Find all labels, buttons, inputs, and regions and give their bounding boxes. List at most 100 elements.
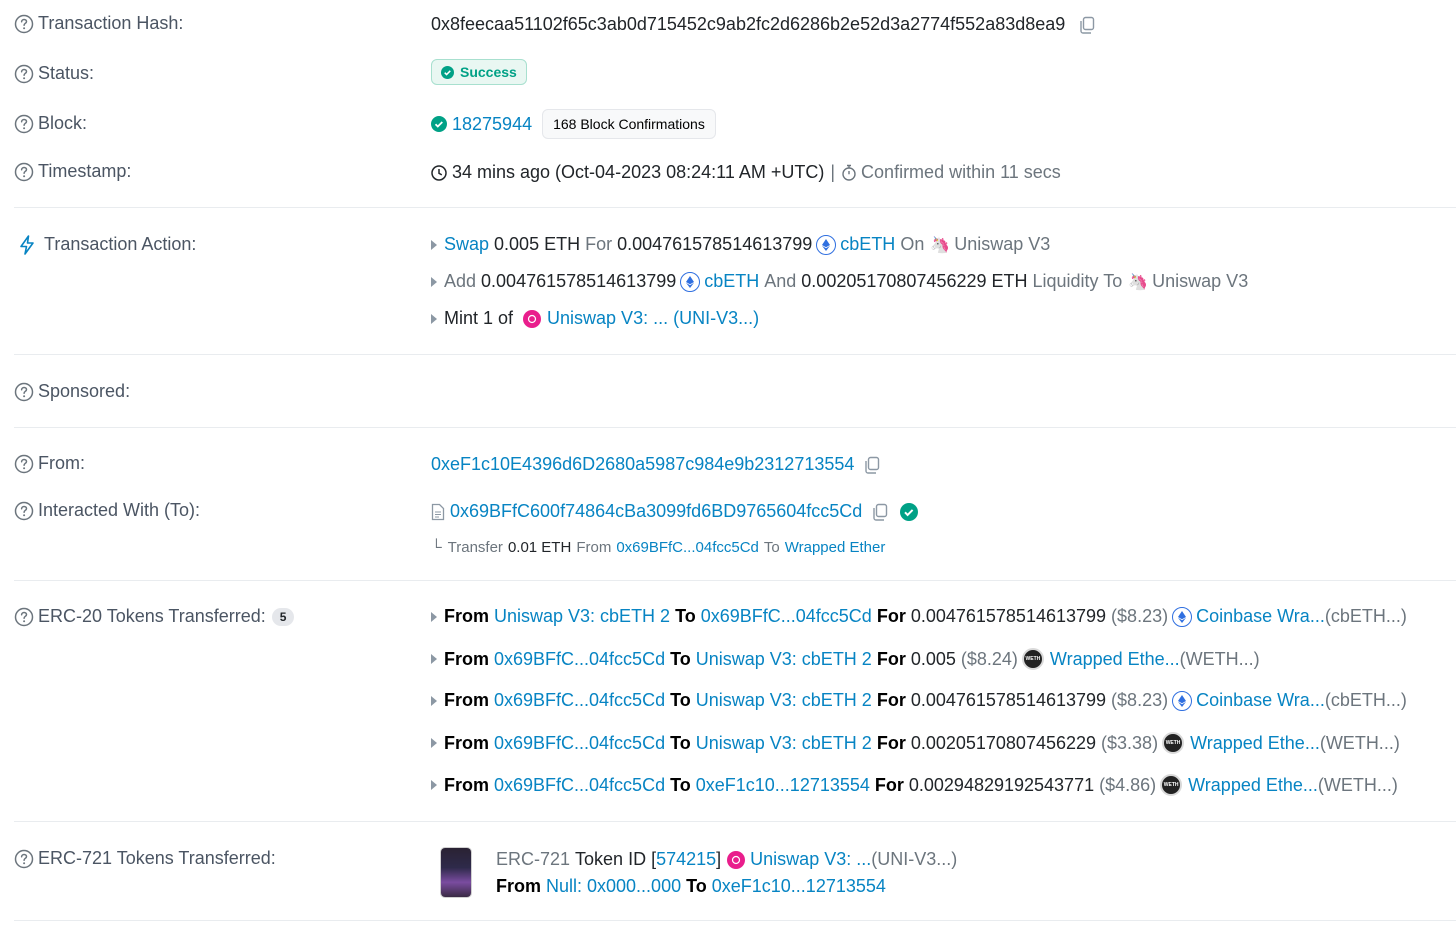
help-icon[interactable] <box>14 849 34 869</box>
erc20-transfer-row[interactable]: From 0x69BFfC...04fcc5Cd To Uniswap V3: … <box>431 732 1400 754</box>
from-word: From <box>444 648 489 669</box>
sponsored-row: Sponsored: <box>0 380 1456 406</box>
eth-token-icon <box>680 271 701 292</box>
block-row: Block: 18275944 168 Block Confirmations <box>0 108 1456 140</box>
transfer-to-link[interactable]: Wrapped Ether <box>785 539 886 556</box>
copy-icon[interactable] <box>862 455 882 475</box>
timestamp-row: Timestamp: 34 mins ago (Oct-04-2023 08:2… <box>0 160 1456 186</box>
to-link[interactable]: 0xeF1c10...12713554 <box>696 775 870 796</box>
transfer-from-link[interactable]: 0x69BFfC...04fcc5Cd <box>616 539 759 556</box>
caret-icon[interactable] <box>431 695 437 706</box>
action-item: Mint 1 of Uniswap V3: ... (UNI-V3...) <box>431 308 759 329</box>
amount: 0.004761578514613799 <box>910 690 1107 710</box>
caret-icon[interactable] <box>431 239 437 250</box>
nft-thumbnail[interactable] <box>441 848 471 897</box>
interacted-value: 0x69BFfC600f74864cBa3099fd6BD9765604fcc5… <box>431 501 919 522</box>
token-link[interactable]: cbETH <box>840 234 895 255</box>
for-word: For <box>585 234 613 254</box>
caret-icon[interactable] <box>431 276 437 287</box>
and-word: And <box>764 271 797 291</box>
weth-token-icon: WETH <box>1021 648 1044 670</box>
copy-icon[interactable] <box>1077 15 1097 35</box>
help-icon[interactable] <box>14 501 34 521</box>
transfer-word: Transfer <box>447 539 503 556</box>
erc20-transfer-row[interactable]: From Uniswap V3: cbETH 2 To 0x69BFfC...0… <box>431 606 1407 627</box>
erc20-transfer-row[interactable]: From 0x69BFfC...04fcc5Cd To 0xeF1c10...1… <box>431 774 1398 796</box>
timestamp-label-text: Timestamp: <box>38 161 132 181</box>
token-id-label: Token ID [ <box>575 849 657 869</box>
liquidity-to-word: Liquidity To <box>1032 271 1123 291</box>
action-amount: 0.004761578514613799 <box>481 271 677 291</box>
token-link[interactable]: Coinbase Wra... <box>1196 606 1325 627</box>
uniswap-token-icon <box>727 850 746 869</box>
caret-icon[interactable] <box>431 611 437 622</box>
token-link[interactable]: Wrapped Ethe... <box>1188 775 1318 796</box>
from-link[interactable]: 0x69BFfC...04fcc5Cd <box>494 775 665 796</box>
dex-name: Uniswap V3 <box>1152 271 1249 291</box>
usd-value: ($8.23) <box>1111 690 1169 710</box>
transfer-amount: 0.01 ETH <box>507 539 572 556</box>
action-amount: 0.00205170807456229 ETH <box>801 271 1028 291</box>
status-value: Success <box>431 59 527 85</box>
tx-hash-label: Transaction Hash: <box>14 13 183 34</box>
count-badge: 5 <box>271 607 295 626</box>
erc20-label: ERC-20 Tokens Transferred: 5 <box>14 606 295 627</box>
action-verb: Mint 1 of <box>444 308 514 328</box>
help-icon[interactable] <box>14 14 34 34</box>
usd-value: ($8.23) <box>1111 606 1169 626</box>
to-link[interactable]: Uniswap V3: cbETH 2 <box>696 649 872 670</box>
caret-icon[interactable] <box>431 780 437 790</box>
from-link[interactable]: Uniswap V3: cbETH 2 <box>494 606 670 627</box>
token-link[interactable]: Coinbase Wra... <box>1196 690 1325 711</box>
from-link[interactable]: 0x69BFfC...04fcc5Cd <box>494 733 665 754</box>
erc20-transfer-row[interactable]: From 0x69BFfC...04fcc5Cd To Uniswap V3: … <box>431 648 1260 670</box>
eth-token-icon <box>816 234 837 255</box>
from-word: From <box>496 876 541 896</box>
token-link[interactable]: Uniswap V3: ... <box>750 849 871 870</box>
eth-token-icon <box>1172 690 1193 711</box>
separator: | <box>830 162 836 182</box>
divider <box>14 427 1456 428</box>
to-link[interactable]: 0xeF1c10...12713554 <box>712 876 886 897</box>
amount: 0.00205170807456229 <box>910 732 1097 753</box>
help-icon[interactable] <box>14 162 34 182</box>
to-link[interactable]: Uniswap V3: cbETH 2 <box>696 690 872 711</box>
divider <box>14 920 1456 921</box>
action-verb: Add <box>444 271 477 291</box>
from-link[interactable]: 0x69BFfC...04fcc5Cd <box>494 649 665 670</box>
help-icon[interactable] <box>14 114 34 134</box>
status-label-text: Status: <box>38 63 95 83</box>
token-symbol: (WETH...) <box>1317 774 1398 795</box>
token-symbol: (UNI-V3...) <box>871 849 958 869</box>
from-link[interactable]: 0x69BFfC...04fcc5Cd <box>494 690 665 711</box>
help-icon[interactable] <box>14 64 34 84</box>
caret-icon[interactable] <box>431 313 437 324</box>
caret-icon[interactable] <box>431 738 437 748</box>
sponsored-label-text: Sponsored: <box>38 381 131 401</box>
to-link[interactable]: Uniswap V3: cbETH 2 <box>696 733 872 754</box>
action-verb-link[interactable]: Swap <box>444 234 489 255</box>
token-id-link[interactable]: 574215 <box>656 849 716 870</box>
from-word: From <box>576 539 612 556</box>
help-icon[interactable] <box>14 454 34 474</box>
to-link[interactable]: 0x69BFfC...04fcc5Cd <box>701 606 872 627</box>
token-link[interactable]: cbETH <box>704 271 759 292</box>
help-icon[interactable] <box>14 607 34 627</box>
from-word: From <box>444 774 489 795</box>
erc20-transfer-row[interactable]: From 0x69BFfC...04fcc5Cd To Uniswap V3: … <box>431 690 1407 711</box>
caret-icon[interactable] <box>431 654 437 664</box>
from-link[interactable]: Null: 0x000...000 <box>546 876 681 897</box>
help-icon[interactable] <box>14 382 34 402</box>
token-link[interactable]: Wrapped Ethe... <box>1050 649 1180 670</box>
block-number-link[interactable]: 18275944 <box>452 114 532 135</box>
interacted-label: Interacted With (To): <box>14 500 200 521</box>
token-link[interactable]: Wrapped Ethe... <box>1190 733 1320 754</box>
divider <box>14 207 1456 208</box>
to-address-link[interactable]: 0x69BFfC600f74864cBa3099fd6BD9765604fcc5… <box>450 501 862 522</box>
copy-icon[interactable] <box>870 502 890 522</box>
to-word: To <box>763 539 780 556</box>
from-address-link[interactable]: 0xeF1c10E4396d6D2680a5987c984e9b23127135… <box>431 454 854 475</box>
for-word: For <box>876 690 906 710</box>
tx-hash-label-text: Transaction Hash: <box>38 13 184 33</box>
token-link[interactable]: Uniswap V3: ... (UNI-V3...) <box>547 308 759 329</box>
